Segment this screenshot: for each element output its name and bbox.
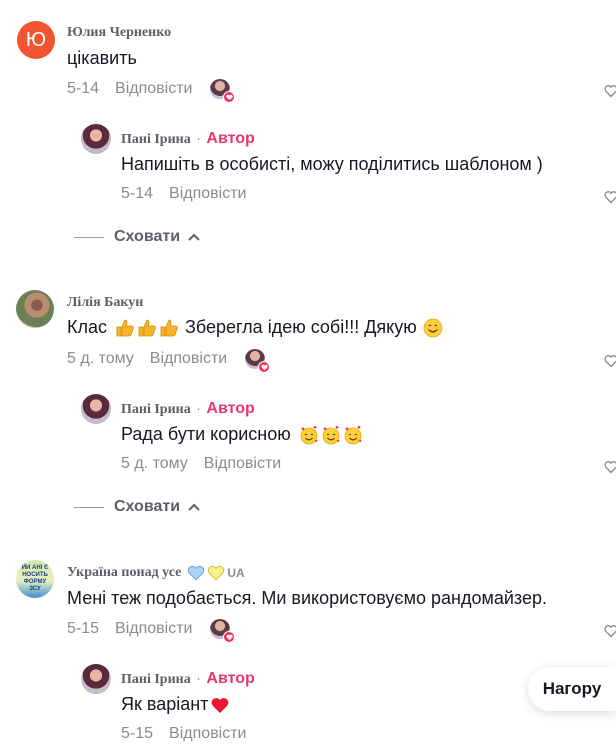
avatar-text-line: ЙИ АНІ Є	[21, 565, 49, 571]
reply-username: Пані Ірина · Автор	[121, 670, 255, 687]
like-heart-icon[interactable]	[604, 190, 616, 204]
reply-date: 5 д. тому	[121, 455, 188, 472]
creator-liked-avatar	[210, 619, 236, 643]
chevron-up-icon	[188, 233, 200, 241]
reply-button[interactable]: Відповісти	[169, 725, 246, 743]
comment-username[interactable]: Лілія Бакун	[67, 295, 143, 311]
reply-username-text[interactable]: Пані Ірина	[121, 132, 191, 147]
heart-icon	[258, 361, 271, 373]
reply-button[interactable]: Відповісти	[115, 620, 192, 638]
smiling-hearts-emoji-icon	[344, 425, 362, 444]
comment-username-text[interactable]: Україна понад усе	[67, 565, 181, 581]
heart-icon	[223, 631, 236, 643]
comment-text: Клас Зберегла ідею собі!!! Дякую	[67, 317, 443, 338]
avatar-text-line: ЗСУ	[29, 586, 41, 592]
reply-text: Рада бути корисною	[121, 424, 363, 445]
thumbs-up-icon	[116, 319, 134, 336]
back-to-top-button[interactable]: Нагору	[528, 667, 616, 711]
avatar[interactable]	[81, 394, 111, 424]
reply-username: Пані Ірина · Автор	[121, 400, 255, 417]
reply-date: 5-15	[121, 725, 154, 742]
like-heart-icon[interactable]	[604, 84, 616, 98]
thumbs-up-icon	[138, 319, 156, 336]
comment-meta: 5-15 Відповісти	[67, 619, 236, 643]
hide-label: Сховати	[114, 498, 181, 515]
divider-line	[74, 506, 104, 508]
heart-icon	[223, 91, 236, 103]
comment-meta: 5-14 Відповісти	[67, 79, 236, 103]
ua-badge: UA	[227, 566, 245, 580]
reply-username-text[interactable]: Пані Ірина	[121, 402, 191, 417]
reply-date: 5-14	[121, 185, 154, 202]
smiling-hearts-emoji-icon	[300, 425, 318, 444]
avatar[interactable]	[16, 290, 54, 328]
avatar-letter: Ю	[25, 28, 47, 51]
red-heart-icon	[212, 697, 229, 713]
reply-meta: 5-14 Відповісти	[121, 185, 246, 203]
avatar[interactable]	[81, 124, 111, 154]
comment-date: 5-14	[67, 80, 100, 97]
reply-button[interactable]: Відповісти	[115, 80, 192, 98]
like-heart-icon[interactable]	[604, 354, 616, 368]
comment-text: цікавить	[67, 48, 137, 68]
author-badge: Автор	[206, 670, 255, 687]
avatar-text-line: ФОРМУ	[23, 579, 47, 585]
comment-text-part: Клас	[67, 317, 107, 337]
comment-text-part: Зберегла ідею собі!!! Дякую	[185, 317, 417, 337]
reply-meta: 5 д. тому Відповісти	[121, 455, 281, 473]
author-badge: Автор	[206, 130, 255, 147]
avatar[interactable]: ЙИ АНІ Є НОСИТЬ ФОРМУ ЗСУ	[16, 560, 54, 598]
avatar-text-line: НОСИТЬ	[22, 572, 48, 578]
avatar[interactable]: Ю	[17, 21, 55, 59]
comment-date: 5-15	[67, 620, 100, 637]
reply-text: Напишіть в особисті, можу поділитись шаб…	[121, 154, 543, 174]
author-badge: Автор	[206, 400, 255, 417]
thumbs-up-icon	[160, 319, 178, 336]
comment-text: Мені теж подобається. Ми використовуємо …	[67, 588, 547, 608]
reply-text-part: Як варіант	[121, 694, 209, 714]
blue-heart-icon	[188, 565, 205, 581]
like-heart-icon[interactable]	[604, 460, 616, 474]
divider-line	[74, 236, 104, 238]
reply-button[interactable]: Відповісти	[204, 455, 281, 473]
comment-date: 5 д. тому	[67, 350, 134, 367]
comment-username: Україна понад усе UA	[67, 565, 245, 581]
reply-button[interactable]: Відповісти	[150, 350, 227, 368]
reply-username: Пані Ірина · Автор	[121, 130, 255, 147]
comment-username[interactable]: Юлия Черненко	[67, 25, 171, 41]
chevron-up-icon	[188, 503, 200, 511]
like-heart-icon[interactable]	[604, 624, 616, 638]
smile-emoji-icon	[423, 318, 443, 337]
yellow-heart-icon	[208, 565, 225, 581]
hide-label: Сховати	[114, 228, 181, 245]
reply-text-part: Рада бути корисною	[121, 424, 291, 444]
reply-button[interactable]: Відповісти	[169, 185, 246, 203]
reply-text: Як варіант	[121, 694, 230, 715]
creator-liked-avatar	[245, 349, 271, 373]
creator-liked-avatar	[210, 79, 236, 103]
hide-replies-button[interactable]: Сховати	[74, 498, 200, 516]
hide-replies-button[interactable]: Сховати	[74, 228, 200, 246]
avatar[interactable]	[81, 664, 111, 694]
reply-meta: 5-15 Відповісти	[121, 725, 246, 743]
reply-username-text[interactable]: Пані Ірина	[121, 672, 191, 687]
comment-meta: 5 д. тому Відповісти	[67, 349, 271, 373]
smiling-hearts-emoji-icon	[322, 425, 340, 444]
